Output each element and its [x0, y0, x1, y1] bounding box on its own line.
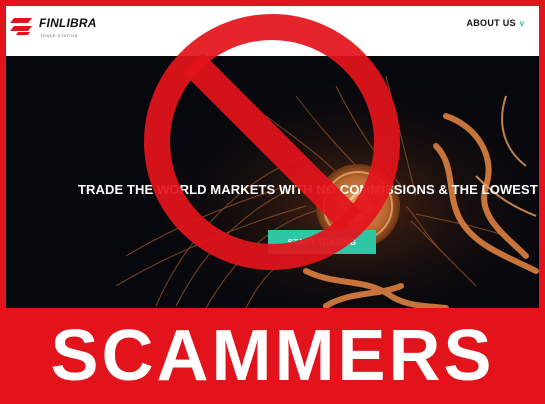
scammers-banner: SCAMMERS: [0, 308, 545, 404]
start-trading-button[interactable]: START TRADING: [268, 230, 376, 254]
chevron-down-icon: ∨: [518, 19, 525, 28]
about-us-menu[interactable]: ABOUT US ∨: [466, 18, 525, 28]
scammers-text: SCAMMERS: [50, 316, 495, 396]
brand-tagline: TRADE STATION: [40, 33, 78, 38]
site-header: FINLIBRA TRADE STATION ABOUT US ∨: [6, 6, 539, 56]
finlibra-logo-icon: [10, 18, 32, 35]
about-us-label: ABOUT US: [466, 18, 516, 28]
brand-name[interactable]: FINLIBRA: [39, 16, 97, 30]
hero-headline: TRADE THE WORLD MARKETS WITH NO COMMISSI…: [78, 182, 539, 197]
website-screenshot: FINLIBRA TRADE STATION ABOUT US ∨ TRADE …: [6, 6, 539, 308]
